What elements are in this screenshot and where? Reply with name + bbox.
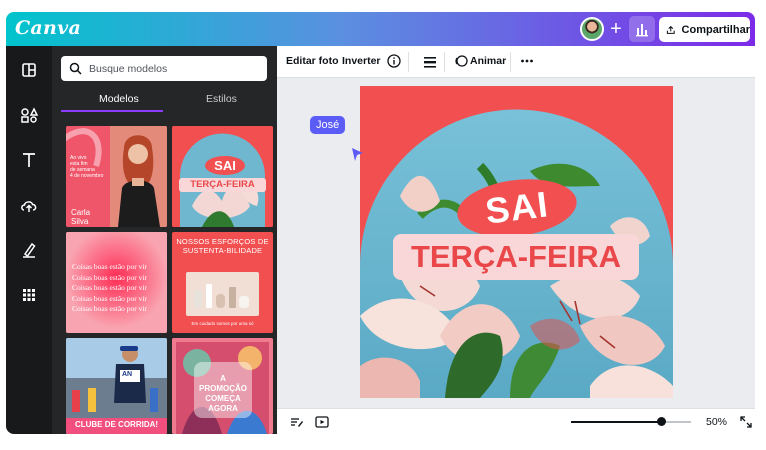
- template-corrida-caption: CLUBE DE CORRIDA!: [74, 420, 159, 429]
- top-bar: Canva + Compartilhar: [6, 12, 755, 46]
- template-promo-text: A PROMOÇÃO COMEÇA AGORA: [199, 374, 247, 413]
- template-card-terca[interactable]: SAI TERÇA-FEIRA: [172, 126, 273, 227]
- tab-styles[interactable]: Estilos: [206, 93, 237, 105]
- share-label: Compartilhar: [681, 23, 750, 36]
- canva-logo[interactable]: Canva: [15, 17, 81, 39]
- template-corrida-bib: AN: [122, 371, 133, 378]
- toolbar-divider: [408, 52, 409, 72]
- layout-icon[interactable]: [17, 58, 41, 82]
- info-icon[interactable]: [387, 54, 401, 73]
- search-icon: [69, 62, 82, 75]
- insights-button[interactable]: [629, 16, 655, 42]
- add-collaborator-icon[interactable]: +: [606, 18, 626, 40]
- template-card-live[interactable]: Ao vivo esta fim de semana 4 de novembro…: [66, 126, 167, 227]
- design-title-bottom[interactable]: TERÇA-FEIRA: [393, 234, 639, 280]
- more-options-icon[interactable]: [520, 54, 534, 73]
- share-button[interactable]: Compartilhar: [659, 17, 750, 42]
- design-page[interactable]: SAI TERÇA-FEIRA: [360, 86, 673, 398]
- zoom-slider-fill: [571, 421, 661, 423]
- upload-icon: [666, 25, 675, 34]
- search-placeholder: Busque modelos: [89, 62, 168, 75]
- bar-chart-icon: [636, 24, 648, 37]
- line-spacing-icon[interactable]: [423, 55, 437, 74]
- apps-grid-icon[interactable]: [17, 283, 41, 307]
- animate-button[interactable]: Animar: [470, 55, 506, 67]
- template-coisas-text: Coisas boas estão por vir Coisas boas es…: [72, 262, 147, 313]
- elements-icon[interactable]: [17, 103, 41, 127]
- zoom-slider[interactable]: [571, 417, 691, 426]
- zoom-level[interactable]: 50%: [706, 416, 727, 428]
- collaborator-tag: José: [310, 116, 346, 134]
- template-live-name: Carla Silva: [71, 208, 91, 226]
- notes-icon[interactable]: [289, 415, 303, 434]
- template-card-sustentabilidade[interactable]: NOSSOS ESFORÇOS DE SUSTENTA-BILIDADE Em …: [172, 232, 273, 333]
- fullscreen-icon[interactable]: [739, 415, 753, 434]
- toolbar-divider: [444, 52, 445, 72]
- search-input[interactable]: Busque modelos: [61, 56, 267, 81]
- text-icon[interactable]: [17, 148, 41, 172]
- edit-photo-button[interactable]: Editar foto: [286, 55, 339, 67]
- template-terca-top: SAI: [205, 156, 245, 175]
- tab-models[interactable]: Modelos: [99, 93, 139, 105]
- draw-icon[interactable]: [17, 238, 41, 262]
- template-art: [172, 126, 273, 227]
- template-card-coisas[interactable]: Coisas boas estão por vir Coisas boas es…: [66, 232, 167, 333]
- upload-cloud-icon[interactable]: [17, 193, 41, 217]
- side-rail: [6, 46, 52, 434]
- collaborator-cursor-icon: [352, 148, 363, 161]
- animate-icon[interactable]: [454, 54, 468, 73]
- templates-panel: Busque modelos Modelos Estilos Ao vivo e…: [52, 46, 277, 434]
- toolbar-divider: [510, 52, 511, 72]
- canvas-area: SAI TERÇA-FEIRA José: [277, 78, 755, 408]
- template-card-promocao[interactable]: A PROMOÇÃO COMEÇA AGORA: [172, 338, 273, 434]
- template-sust-footer: Em cuidado somos por uma só: [191, 321, 254, 326]
- present-icon[interactable]: [315, 415, 329, 434]
- template-live-text: Ao vivo esta fim de semana 4 de novembro: [70, 155, 104, 179]
- avatar[interactable]: [580, 17, 604, 41]
- bottom-bar: 50%: [277, 408, 755, 434]
- template-art: [186, 272, 259, 316]
- template-terca-bottom: TERÇA-FEIRA: [179, 178, 266, 192]
- template-card-corrida[interactable]: AN CLUBE DE CORRIDA!: [66, 338, 167, 434]
- flip-button[interactable]: Inverter: [342, 55, 381, 67]
- active-tab-indicator: [61, 110, 163, 112]
- context-toolbar: Editar foto Inverter Animar: [277, 46, 755, 78]
- canva-editor: Canva + Compartilhar Busque modelos Mode…: [6, 12, 755, 434]
- zoom-slider-handle[interactable]: [657, 417, 666, 426]
